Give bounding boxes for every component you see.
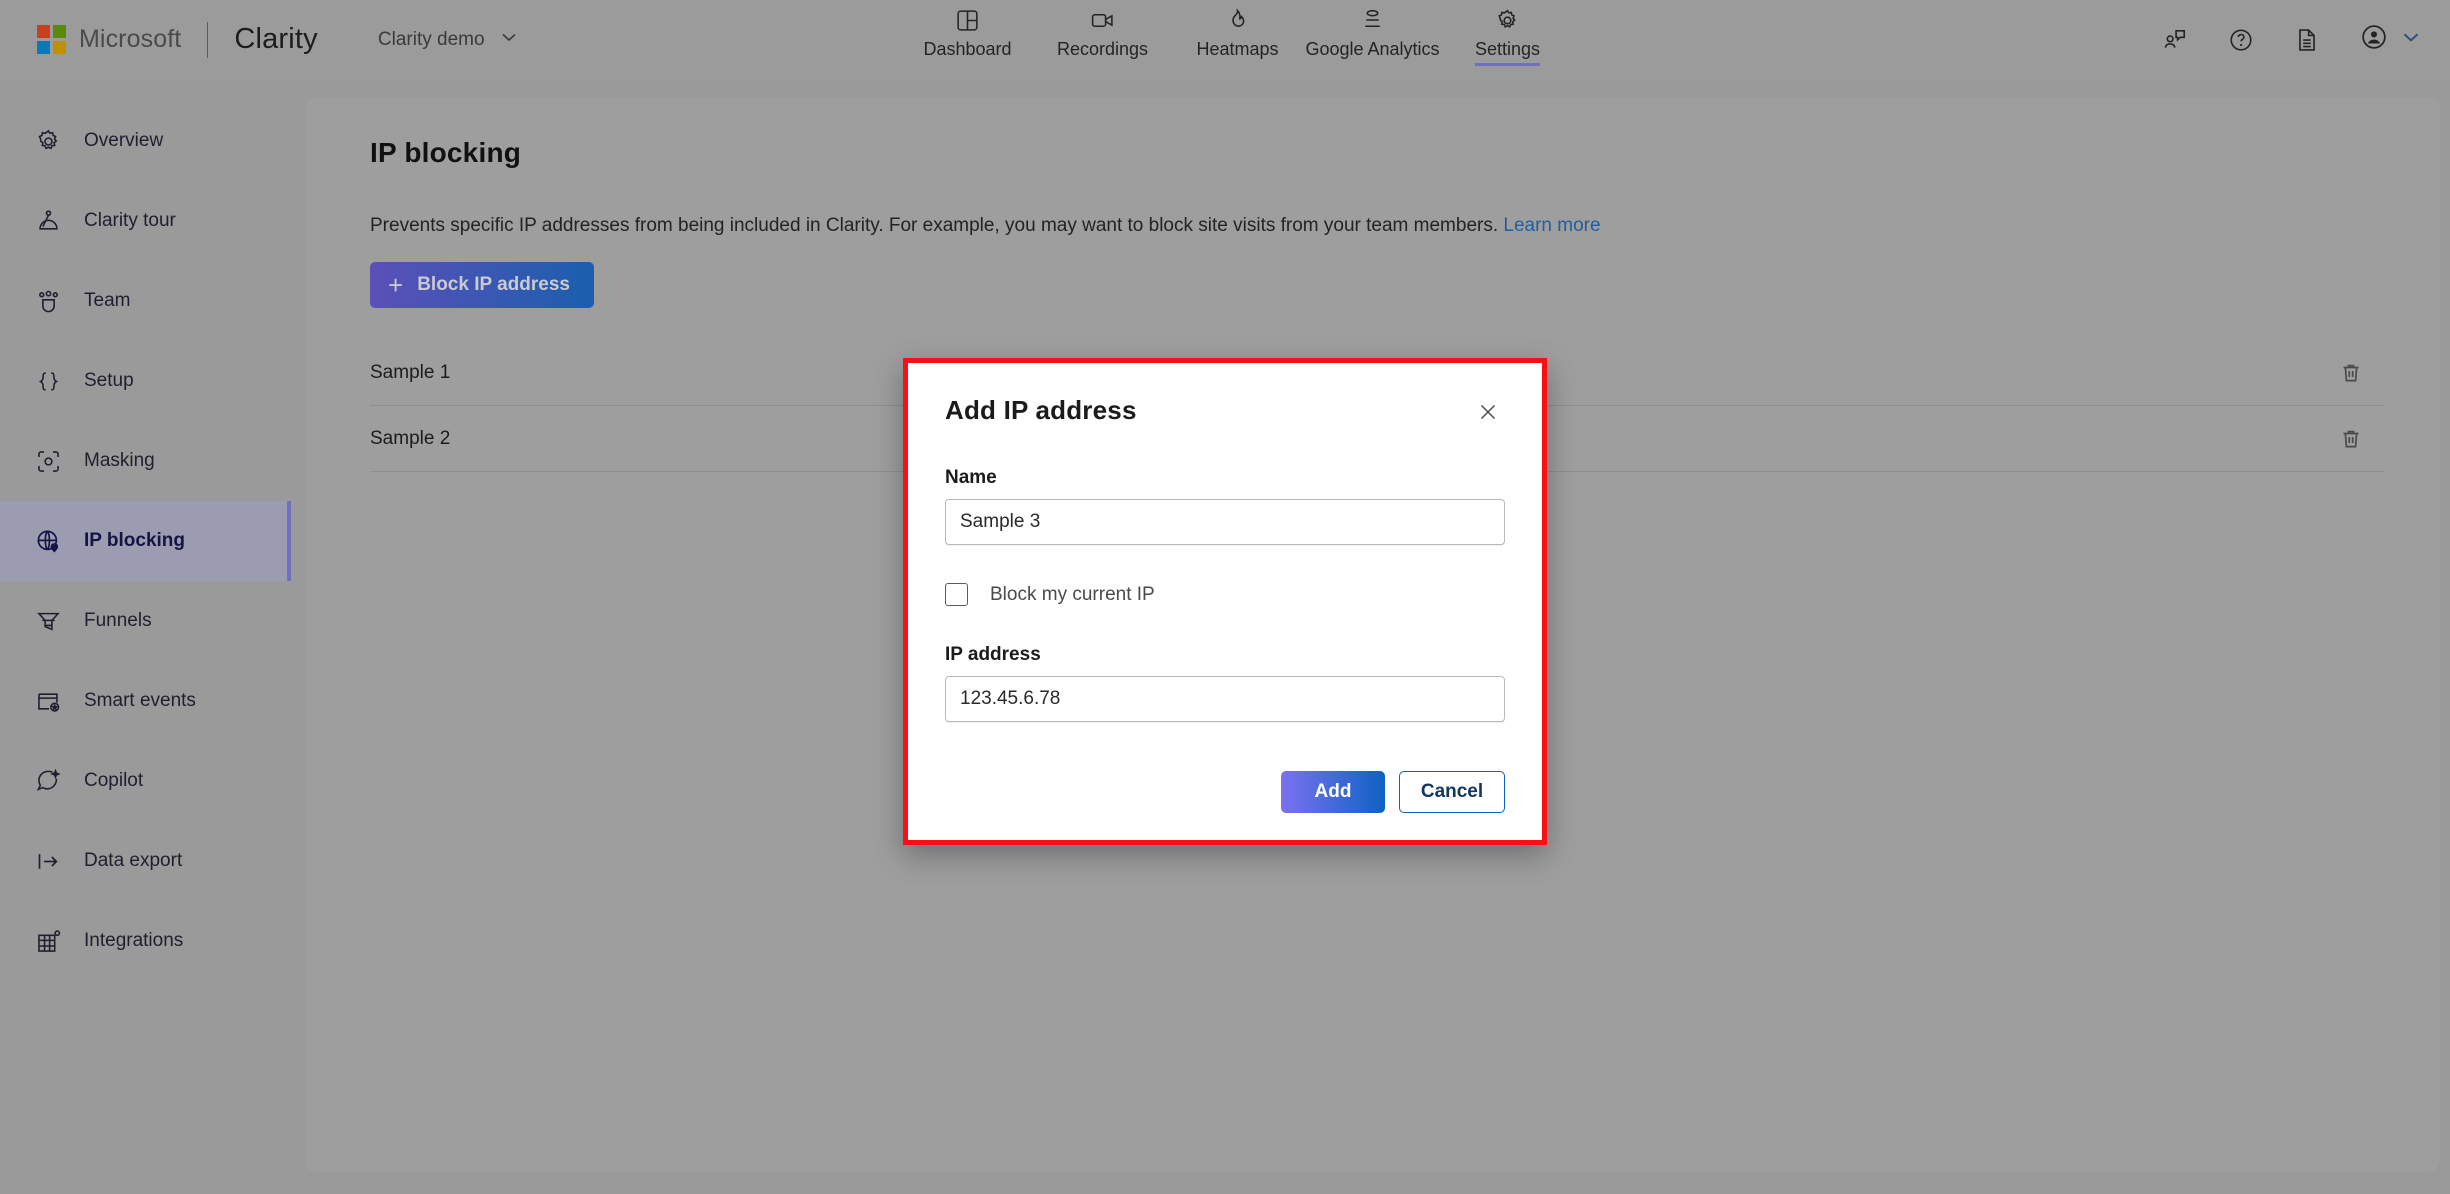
tab-settings-label: Settings	[1474, 39, 1541, 66]
integrations-icon	[34, 927, 62, 955]
account-icon	[2360, 23, 2388, 56]
sidebar-item-label: Funnels	[84, 610, 152, 631]
tab-heatmaps[interactable]: Heatmaps	[1170, 0, 1305, 60]
help-icon[interactable]	[2228, 27, 2254, 53]
braces-icon	[34, 367, 62, 395]
export-icon	[34, 847, 62, 875]
list-icon	[1360, 8, 1385, 33]
sidebar-item-smart-events[interactable]: Smart events	[0, 661, 291, 741]
smart-events-icon	[34, 687, 62, 715]
learn-more-link[interactable]: Learn more	[1503, 215, 1600, 236]
tab-google-analytics-label: Heatmaps	[1196, 39, 1279, 59]
microsoft-logo-icon	[37, 25, 66, 54]
tab-dashboard-label: Dashboard	[923, 39, 1012, 59]
tour-icon	[34, 207, 62, 235]
cancel-button[interactable]: Cancel	[1399, 771, 1505, 813]
copilot-icon	[34, 767, 62, 795]
ip-address-field-label: IP address	[945, 644, 1041, 665]
trash-icon[interactable]	[2339, 427, 2363, 451]
video-camera-icon	[1090, 8, 1115, 33]
block-current-ip-checkbox-row[interactable]: Block my current IP	[945, 583, 1505, 606]
page-description-text: Prevents specific IP addresses from bein…	[370, 215, 1499, 236]
sidebar-item-integrations[interactable]: Integrations	[0, 901, 291, 981]
page-description: Prevents specific IP addresses from bein…	[370, 215, 2440, 237]
add-button[interactable]: Add	[1281, 771, 1385, 813]
sidebar-item-overview[interactable]: Overview	[0, 101, 291, 181]
tab-recordings-label: Recordings	[1056, 39, 1149, 59]
gear-icon	[1495, 8, 1520, 33]
name-field-label: Name	[945, 467, 997, 488]
team-icon	[34, 287, 62, 315]
sidebar-item-masking[interactable]: Masking	[0, 421, 291, 501]
account-menu[interactable]	[2360, 23, 2422, 56]
sidebar-item-label: Data export	[84, 850, 183, 871]
ip-address-field[interactable]	[945, 676, 1505, 722]
microsoft-logo-group[interactable]: Microsoft	[37, 25, 181, 54]
settings-sidebar: Overview Clarity tour Team Setup Masking…	[0, 79, 291, 1175]
top-right-actions	[2162, 0, 2422, 79]
name-field[interactable]	[945, 499, 1505, 545]
project-name-label: Clarity demo	[377, 28, 485, 50]
sidebar-item-label: Setup	[84, 370, 134, 391]
add-ip-address-dialog-highlight: Add IP address Name Block my current IP …	[903, 358, 1547, 845]
dashboard-icon	[955, 8, 980, 33]
dialog-actions: Add Cancel	[1281, 771, 1505, 813]
close-icon[interactable]	[1471, 395, 1505, 429]
block-ip-address-button-label: Block IP address	[417, 274, 570, 295]
top-navigation-bar: Microsoft Clarity Clarity demo Dashboard	[0, 0, 2450, 79]
chevron-down-icon	[2400, 26, 2422, 53]
tab-heatmaps-label: Google Analytics	[1305, 39, 1440, 59]
sidebar-item-label: Masking	[84, 450, 155, 471]
microsoft-label: Microsoft	[79, 25, 182, 53]
dialog-title: Add IP address	[945, 395, 1137, 425]
chevron-down-icon	[499, 27, 519, 53]
page-title: IP blocking	[370, 137, 522, 168]
dialog-header: Add IP address	[945, 395, 1505, 429]
sidebar-item-copilot[interactable]: Copilot	[0, 741, 291, 821]
sidebar-item-team[interactable]: Team	[0, 261, 291, 341]
sidebar-item-label: IP blocking	[84, 530, 186, 551]
sidebar-item-label: Overview	[84, 130, 164, 151]
sidebar-item-label: Smart events	[84, 690, 196, 711]
project-selector[interactable]: Clarity demo	[378, 27, 519, 53]
masking-icon	[34, 447, 62, 475]
sidebar-item-label: Team	[84, 290, 131, 311]
sidebar-item-data-export[interactable]: Data export	[0, 821, 291, 901]
block-current-ip-label: Block my current IP	[990, 583, 1155, 605]
sidebar-item-label: Copilot	[84, 770, 144, 791]
globe-pin-icon	[34, 527, 62, 555]
sidebar-item-label: Integrations	[84, 930, 184, 951]
tab-google-analytics[interactable]: Google Analytics	[1305, 0, 1440, 60]
tab-dashboard[interactable]: Dashboard	[900, 0, 1035, 60]
flame-icon	[1225, 8, 1250, 33]
plus-icon: +	[388, 270, 404, 300]
sidebar-item-funnels[interactable]: Funnels	[0, 581, 291, 661]
primary-nav-tabs: Dashboard Recordings Heatmaps Google Ana…	[900, 0, 1575, 79]
clarity-brand-label: Clarity	[234, 23, 318, 55]
feedback-icon[interactable]	[2162, 27, 2188, 53]
funnel-icon	[34, 607, 62, 635]
header-divider	[207, 21, 209, 58]
block-current-ip-checkbox[interactable]	[945, 583, 968, 606]
gear-icon	[34, 127, 62, 155]
trash-icon[interactable]	[2339, 361, 2363, 385]
tab-settings[interactable]: Settings	[1440, 0, 1575, 66]
sidebar-item-clarity-tour[interactable]: Clarity tour	[0, 181, 291, 261]
add-ip-address-dialog: Add IP address Name Block my current IP …	[908, 363, 1542, 840]
docs-icon[interactable]	[2294, 27, 2320, 53]
block-ip-address-button[interactable]: + Block IP address	[370, 262, 594, 308]
sidebar-item-setup[interactable]: Setup	[0, 341, 291, 421]
tab-recordings[interactable]: Recordings	[1035, 0, 1170, 60]
sidebar-item-ip-blocking[interactable]: IP blocking	[0, 501, 291, 581]
sidebar-item-label: Clarity tour	[84, 210, 176, 231]
